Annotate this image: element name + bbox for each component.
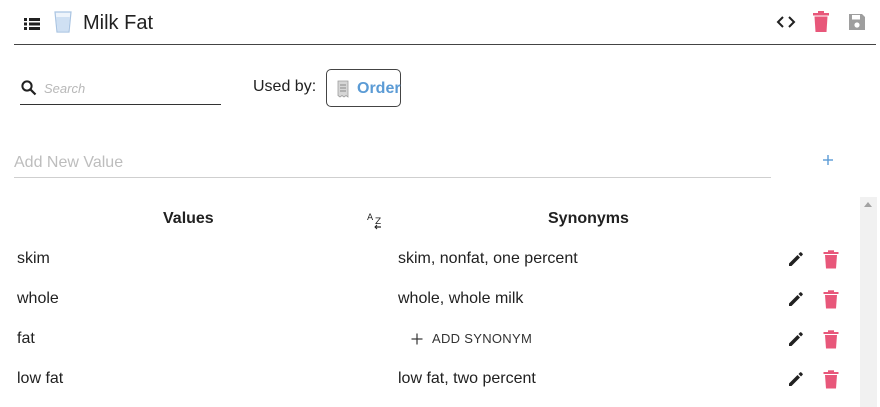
- code-icon[interactable]: [776, 12, 796, 32]
- used-by-order-chip[interactable]: Order: [326, 69, 401, 107]
- edit-pencil-icon[interactable]: [787, 290, 805, 308]
- synonyms-cell[interactable]: low fat, two percent: [398, 370, 536, 388]
- value-cell: low fat: [17, 370, 64, 387]
- table-row: whole whole, whole milk: [0, 280, 860, 320]
- edit-pencil-icon[interactable]: [787, 330, 805, 348]
- table-row: skim skim, nonfat, one percent: [0, 240, 860, 280]
- delete-row-trash-icon[interactable]: [823, 330, 839, 349]
- value-cell: whole: [17, 290, 59, 307]
- sort-az-icon[interactable]: A Z: [366, 210, 386, 230]
- table-row: fat ADD SYNONYM: [0, 320, 860, 360]
- value-cell: fat: [17, 330, 35, 347]
- edit-pencil-icon[interactable]: [787, 370, 805, 388]
- search-icon: [21, 80, 37, 96]
- delete-row-trash-icon[interactable]: [823, 290, 839, 309]
- table-row: low fat low fat, two percent: [0, 360, 860, 400]
- receipt-icon: [337, 80, 349, 98]
- save-icon[interactable]: [847, 12, 867, 32]
- search-input[interactable]: [44, 76, 219, 100]
- search-field: [20, 74, 221, 105]
- add-value-field: [14, 150, 771, 178]
- header-bar: Milk Fat: [14, 0, 876, 45]
- list-icon[interactable]: [24, 17, 40, 31]
- add-synonym-label: ADD SYNONYM: [432, 331, 533, 346]
- delete-entity-trash-icon[interactable]: [812, 11, 830, 33]
- plus-icon: [411, 333, 423, 345]
- synonyms-cell[interactable]: skim, nonfat, one percent: [398, 250, 578, 268]
- edit-pencil-icon[interactable]: [787, 250, 805, 268]
- synonyms-cell[interactable]: whole, whole milk: [398, 290, 523, 308]
- page-title: Milk Fat: [83, 12, 153, 34]
- delete-row-trash-icon[interactable]: [823, 370, 839, 389]
- add-value-input[interactable]: [14, 152, 754, 174]
- values-column-header: Values: [163, 210, 214, 227]
- milk-glass-icon: [54, 11, 72, 33]
- delete-row-trash-icon[interactable]: [823, 250, 839, 269]
- synonyms-column-header: Synonyms: [548, 210, 629, 227]
- used-by-order-label: Order: [357, 80, 401, 97]
- vertical-scrollbar[interactable]: [860, 197, 877, 407]
- add-value-plus-icon[interactable]: [820, 152, 836, 168]
- value-cell: skim: [17, 250, 50, 267]
- scroll-up-arrow-icon[interactable]: [864, 202, 872, 207]
- used-by-label: Used by:: [253, 78, 317, 95]
- svg-text:A: A: [367, 213, 374, 223]
